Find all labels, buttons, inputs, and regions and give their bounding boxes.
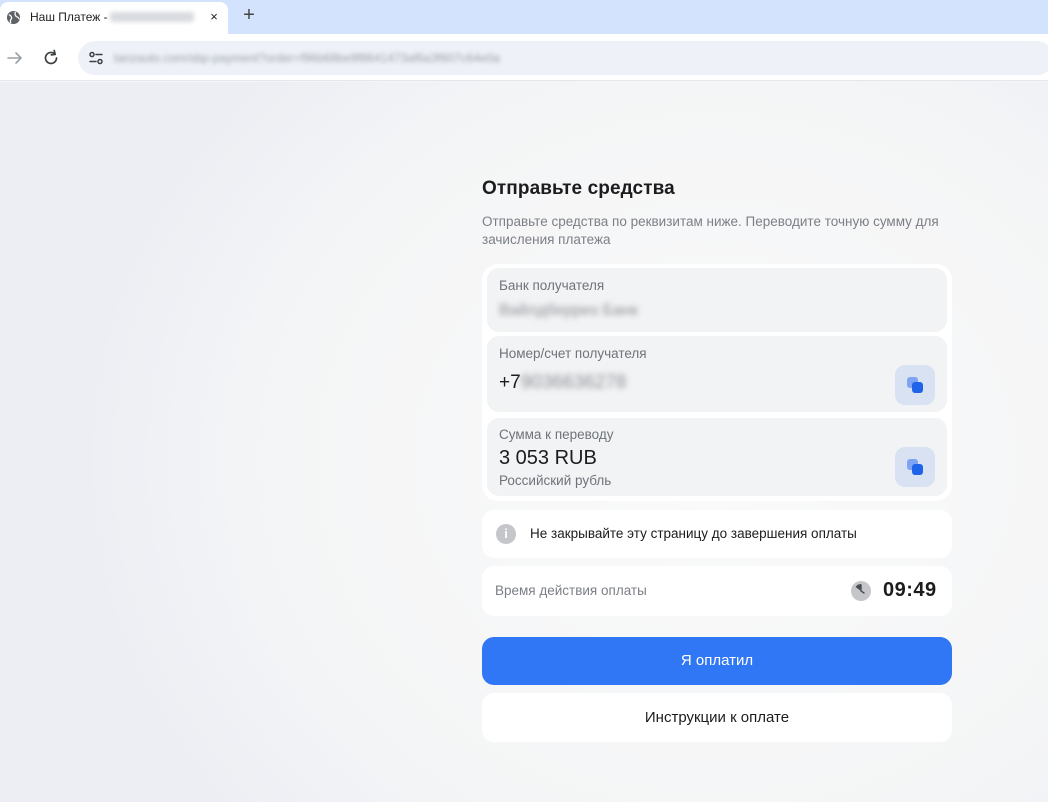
info-icon: i [496, 524, 516, 544]
tab-title: Наш Платеж - [30, 10, 108, 24]
site-settings-icon[interactable] [86, 48, 106, 68]
payment-page: Отправьте средства Отправьте средства по… [0, 82, 1048, 802]
clock-icon [851, 581, 871, 601]
account-label: Номер/счет получателя [499, 346, 647, 361]
copy-account-button[interactable] [895, 365, 935, 405]
tab-strip: Наш Платеж - × + [0, 0, 1048, 34]
payment-timer: Время действия оплаты 09:49 [482, 566, 952, 616]
i-paid-button[interactable]: Я оплатил [482, 637, 952, 685]
page-subtitle: Отправьте средства по реквизитам ниже. П… [482, 214, 939, 247]
bank-value: Вайлдберриз Банк [499, 302, 638, 319]
browser-toolbar: tanzauto.com/sbp-payment?order=f96b68be9… [0, 34, 1048, 81]
copy-icon-front [912, 464, 923, 475]
forward-arrow-icon[interactable] [5, 48, 25, 68]
timer-label: Время действия оплаты [495, 583, 647, 598]
timer-value: 09:49 [883, 579, 937, 601]
browser-tab[interactable]: Наш Платеж - × [0, 2, 228, 34]
warning-banner: i Не закрывайте эту страницу до завершен… [482, 510, 952, 558]
tab-title-redacted [110, 12, 194, 22]
account-field: Номер/счет получателя +79036636278 [487, 336, 947, 412]
copy-icon-front [912, 382, 923, 393]
close-tab-icon[interactable]: × [206, 9, 222, 25]
account-number-redacted: 9036636278 [520, 372, 627, 393]
account-prefix: +7 [499, 372, 521, 393]
amount-field: Сумма к переводу 3 053 RUB Российский ру… [487, 418, 947, 496]
warning-text: Не закрывайте эту страницу до завершения… [530, 526, 857, 541]
url-text[interactable]: tanzauto.com/sbp-payment?order=f96b68be9… [114, 51, 500, 65]
account-value: +79036636278 [499, 372, 626, 394]
currency-name: Российский рубль [499, 473, 612, 488]
payment-details-card: Банк получателя Вайлдберриз Банк Номер/с… [482, 264, 952, 501]
globe-icon [6, 10, 21, 25]
new-tab-button[interactable]: + [239, 5, 259, 25]
bank-field: Банк получателя Вайлдберриз Банк [487, 268, 947, 332]
amount-label: Сумма к переводу [499, 427, 614, 442]
copy-amount-button[interactable] [895, 447, 935, 487]
payment-instructions-button[interactable]: Инструкции к оплате [482, 693, 952, 742]
address-bar[interactable]: tanzauto.com/sbp-payment?order=f96b68be9… [78, 41, 1048, 75]
page-title: Отправьте средства [482, 178, 675, 199]
bank-label: Банк получателя [499, 278, 605, 293]
reload-icon[interactable] [41, 48, 61, 68]
amount-value: 3 053 RUB [499, 447, 597, 469]
